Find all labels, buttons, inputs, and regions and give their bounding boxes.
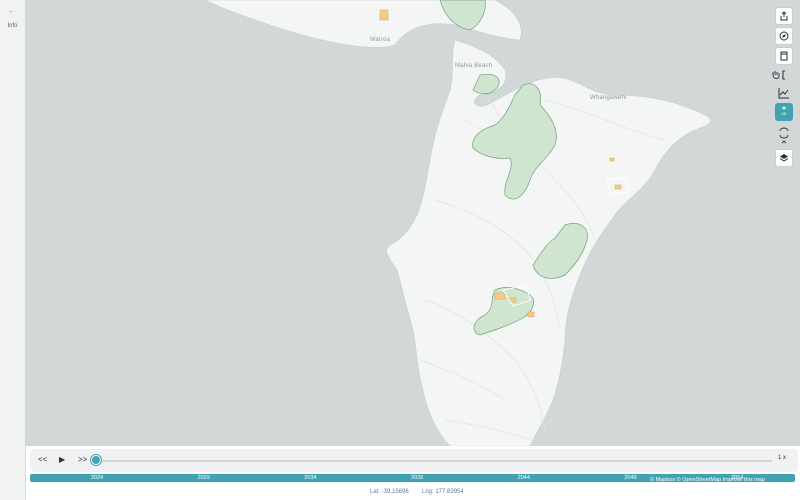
compass-icon	[779, 31, 789, 41]
bookmark-button[interactable]	[775, 47, 793, 65]
layers-button[interactable]	[775, 149, 793, 167]
chart-button[interactable]	[778, 86, 790, 104]
rewind-button[interactable]: <<	[38, 454, 47, 466]
place-label-wairoa: Wairoa	[370, 37, 390, 43]
fast-forward-button[interactable]: >>	[78, 454, 87, 466]
three-d-toggle[interactable]: 2D	[775, 103, 793, 121]
info-sidebar: ← Info	[0, 0, 26, 500]
place-label-mahia: Mahia Beach	[455, 63, 493, 69]
year-label-2049: 2049	[624, 475, 637, 481]
place-label-whangawehi: Whangawehi	[590, 95, 627, 101]
timeline-slider-handle[interactable]	[91, 455, 101, 465]
timeline-track[interactable]	[96, 460, 772, 462]
timeline-bar: << ▶ >> 1 x	[30, 449, 798, 472]
play-button[interactable]: ▶	[59, 454, 65, 466]
share-icon	[780, 11, 788, 21]
info-tab[interactable]: Info	[0, 23, 25, 29]
latitude-readout: Lat: -39.15696	[370, 489, 409, 495]
year-label-2024: 2024	[90, 475, 104, 481]
year-label-2029: 2029	[197, 475, 210, 481]
bookmark-icon	[780, 51, 788, 61]
map-attribution[interactable]: © Mapbox © OpenStreetMap Improve this ma…	[650, 477, 765, 483]
compass-button[interactable]	[775, 27, 793, 45]
layers-icon	[779, 154, 789, 162]
pan-hand-button[interactable]	[770, 68, 792, 86]
three-d-icon: 2D	[781, 106, 787, 116]
pan-hand-icon	[772, 70, 785, 80]
longitude-readout: Lng: 177.83954	[422, 489, 464, 495]
chart-icon	[778, 88, 789, 99]
playback-speed[interactable]: 1 x	[778, 455, 786, 461]
year-label-2039: 2039	[410, 475, 424, 481]
year-label-2034: 2034	[304, 475, 317, 481]
collapse-arrow-icon[interactable]: ←	[8, 8, 15, 15]
share-button[interactable]	[775, 7, 793, 25]
rotate-icon	[779, 127, 789, 144]
rotate-button[interactable]	[777, 124, 791, 151]
svg-text:2D: 2D	[781, 111, 786, 116]
map-canvas[interactable]: Wairoa Mahia Beach Whangawehi	[25, 0, 800, 446]
map-svg	[204, 0, 711, 446]
year-label-2044: 2044	[517, 475, 530, 481]
